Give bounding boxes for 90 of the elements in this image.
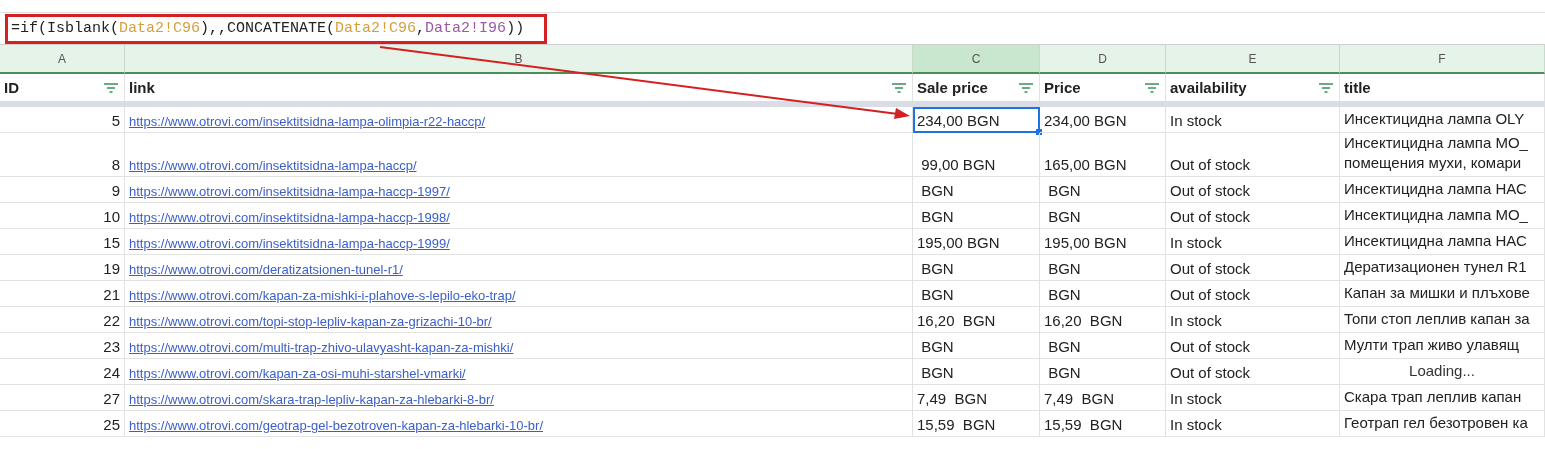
url-link[interactable]: https://www.otrovi.com/insektitsidna-lampa-haccp-1998/ <box>129 210 450 225</box>
table-cell: Out of stock <box>1166 359 1340 385</box>
url-link[interactable]: https://www.otrovi.com/skara-trap-lepliv-kapan-za-hlebarki-8-br/ <box>129 392 494 407</box>
table-cell: 99,00 BGN <box>913 133 1040 177</box>
title-cell: Инсектицидна лампа МО_ <box>1340 203 1545 229</box>
url-link[interactable]: https://www.otrovi.com/multi-trap-zhivo-ulavyasht-kapan-za-mishki/ <box>129 340 514 355</box>
url-link[interactable]: https://www.otrovi.com/deratizatsionen-tunel-r1/ <box>129 262 403 277</box>
title-cell: Инсектицидна лампа МО_ помещения мухи, комари <box>1340 133 1545 177</box>
table-cell: 7,49 BGN <box>1040 385 1166 411</box>
table-cell: In stock <box>1166 307 1340 333</box>
title-cell: Инсектицидна лампа НАС <box>1340 229 1545 255</box>
header-label: ID <box>4 79 19 96</box>
url-link[interactable]: https://www.otrovi.com/insektitsidna-lampa-haccp/ <box>129 158 417 173</box>
formula-text[interactable]: =if(Isblank(Data2!C96),,CONCATENATE(Data2!C96,Data2!I96)) <box>11 19 525 37</box>
table-cell: Out of stock <box>1166 255 1340 281</box>
column-header[interactable]: C <box>913 45 1040 74</box>
row-id-cell: 21 <box>0 281 125 307</box>
table-cell: In stock <box>1166 411 1340 437</box>
column-header[interactable]: D <box>1040 45 1166 74</box>
table-cell: BGN <box>1040 177 1166 203</box>
title-cell: Дератизационен тунел R1 <box>1340 255 1545 281</box>
table-cell: Out of stock <box>1166 281 1340 307</box>
table-cell: 234,00 BGN <box>1040 107 1166 133</box>
column-header[interactable]: A <box>0 45 125 74</box>
row-id-cell: 5 <box>0 107 125 133</box>
table-cell: 15,59 BGN <box>913 411 1040 437</box>
table-cell: BGN <box>1040 255 1166 281</box>
loading-text: Loading... <box>1340 359 1545 385</box>
table-cell: In stock <box>1166 385 1340 411</box>
url-link[interactable]: https://www.otrovi.com/topi-stop-lepliv-kapan-za-grizachi-10-br/ <box>129 314 492 329</box>
table-cell: BGN <box>913 281 1040 307</box>
table-cell: BGN <box>913 177 1040 203</box>
table-cell: BGN <box>913 203 1040 229</box>
row-id-cell: 27 <box>0 385 125 411</box>
filter-icon[interactable] <box>1145 82 1159 93</box>
header-label: Sale price <box>917 79 988 96</box>
column-header[interactable]: E <box>1166 45 1340 74</box>
header-label: availability <box>1170 79 1247 96</box>
title-cell: Мулти трап живо улавящ <box>1340 333 1545 359</box>
table-cell: 7,49 BGN <box>913 385 1040 411</box>
table-cell: BGN <box>913 255 1040 281</box>
row-id-cell: 9 <box>0 177 125 203</box>
filter-icon[interactable] <box>892 82 906 93</box>
table-cell: 16,20 BGN <box>1040 307 1166 333</box>
url-link[interactable]: https://www.otrovi.com/geotrap-gel-bezotroven-kapan-za-hlebarki-10-br/ <box>129 418 544 433</box>
table-cell: 15,59 BGN <box>1040 411 1166 437</box>
filter-icon[interactable] <box>104 82 118 93</box>
header-label: link <box>129 79 155 96</box>
title-cell: Скара трап леплив капан <box>1340 385 1545 411</box>
row-id-cell: 25 <box>0 411 125 437</box>
url-link[interactable]: https://www.otrovi.com/kapan-za-osi-muhi-starshel-vmarki/ <box>129 366 466 381</box>
row-id-cell: 22 <box>0 307 125 333</box>
table-cell: Out of stock <box>1166 333 1340 359</box>
column-header[interactable]: B <box>125 45 913 74</box>
row-id-cell: 24 <box>0 359 125 385</box>
title-cell: Инсектицидна лампа НАС <box>1340 177 1545 203</box>
url-link[interactable]: https://www.otrovi.com/insektitsidna-lampa-haccp-1999/ <box>129 236 450 251</box>
table-cell: 234,00 BGN <box>913 107 1040 133</box>
column-header[interactable]: F <box>1340 45 1545 74</box>
row-id-cell: 10 <box>0 203 125 229</box>
table-cell: 195,00 BGN <box>1040 229 1166 255</box>
table-cell: BGN <box>1040 333 1166 359</box>
table-cell: BGN <box>913 333 1040 359</box>
table-cell: 165,00 BGN <box>1040 133 1166 177</box>
row-id-cell: 19 <box>0 255 125 281</box>
table-cell: Out of stock <box>1166 203 1340 229</box>
url-link[interactable]: https://www.otrovi.com/insektitsidna-lampa-haccp-1997/ <box>129 184 450 199</box>
header-label: Price <box>1044 79 1081 96</box>
table-cell: BGN <box>913 359 1040 385</box>
row-id-cell: 8 <box>0 133 125 177</box>
table-cell: In stock <box>1166 107 1340 133</box>
url-link[interactable]: https://www.otrovi.com/kapan-za-mishki-i-plahove-s-lepilo-eko-trap/ <box>129 288 516 303</box>
filter-icon[interactable] <box>1319 82 1333 93</box>
url-link[interactable]: https://www.otrovi.com/insektitsidna-lampa-olimpia-r22-haccp/ <box>129 114 486 129</box>
table-cell: BGN <box>1040 281 1166 307</box>
row-id-cell: 15 <box>0 229 125 255</box>
title-cell: Инсектицидна лампа OLY <box>1340 107 1545 133</box>
row-id-cell: 23 <box>0 333 125 359</box>
table-cell: In stock <box>1166 229 1340 255</box>
title-cell: Топи стоп леплив капан за <box>1340 307 1545 333</box>
table-cell: 16,20 BGN <box>913 307 1040 333</box>
filter-icon[interactable] <box>1019 82 1033 93</box>
table-cell: BGN <box>1040 359 1166 385</box>
table-cell: 195,00 BGN <box>913 229 1040 255</box>
header-label: title <box>1344 79 1371 96</box>
title-cell: Капан за мишки и плъхове <box>1340 281 1545 307</box>
table-cell: Out of stock <box>1166 133 1340 177</box>
title-cell: Геотрап гел безотровен ка <box>1340 411 1545 437</box>
table-cell: BGN <box>1040 203 1166 229</box>
table-cell: Out of stock <box>1166 177 1340 203</box>
